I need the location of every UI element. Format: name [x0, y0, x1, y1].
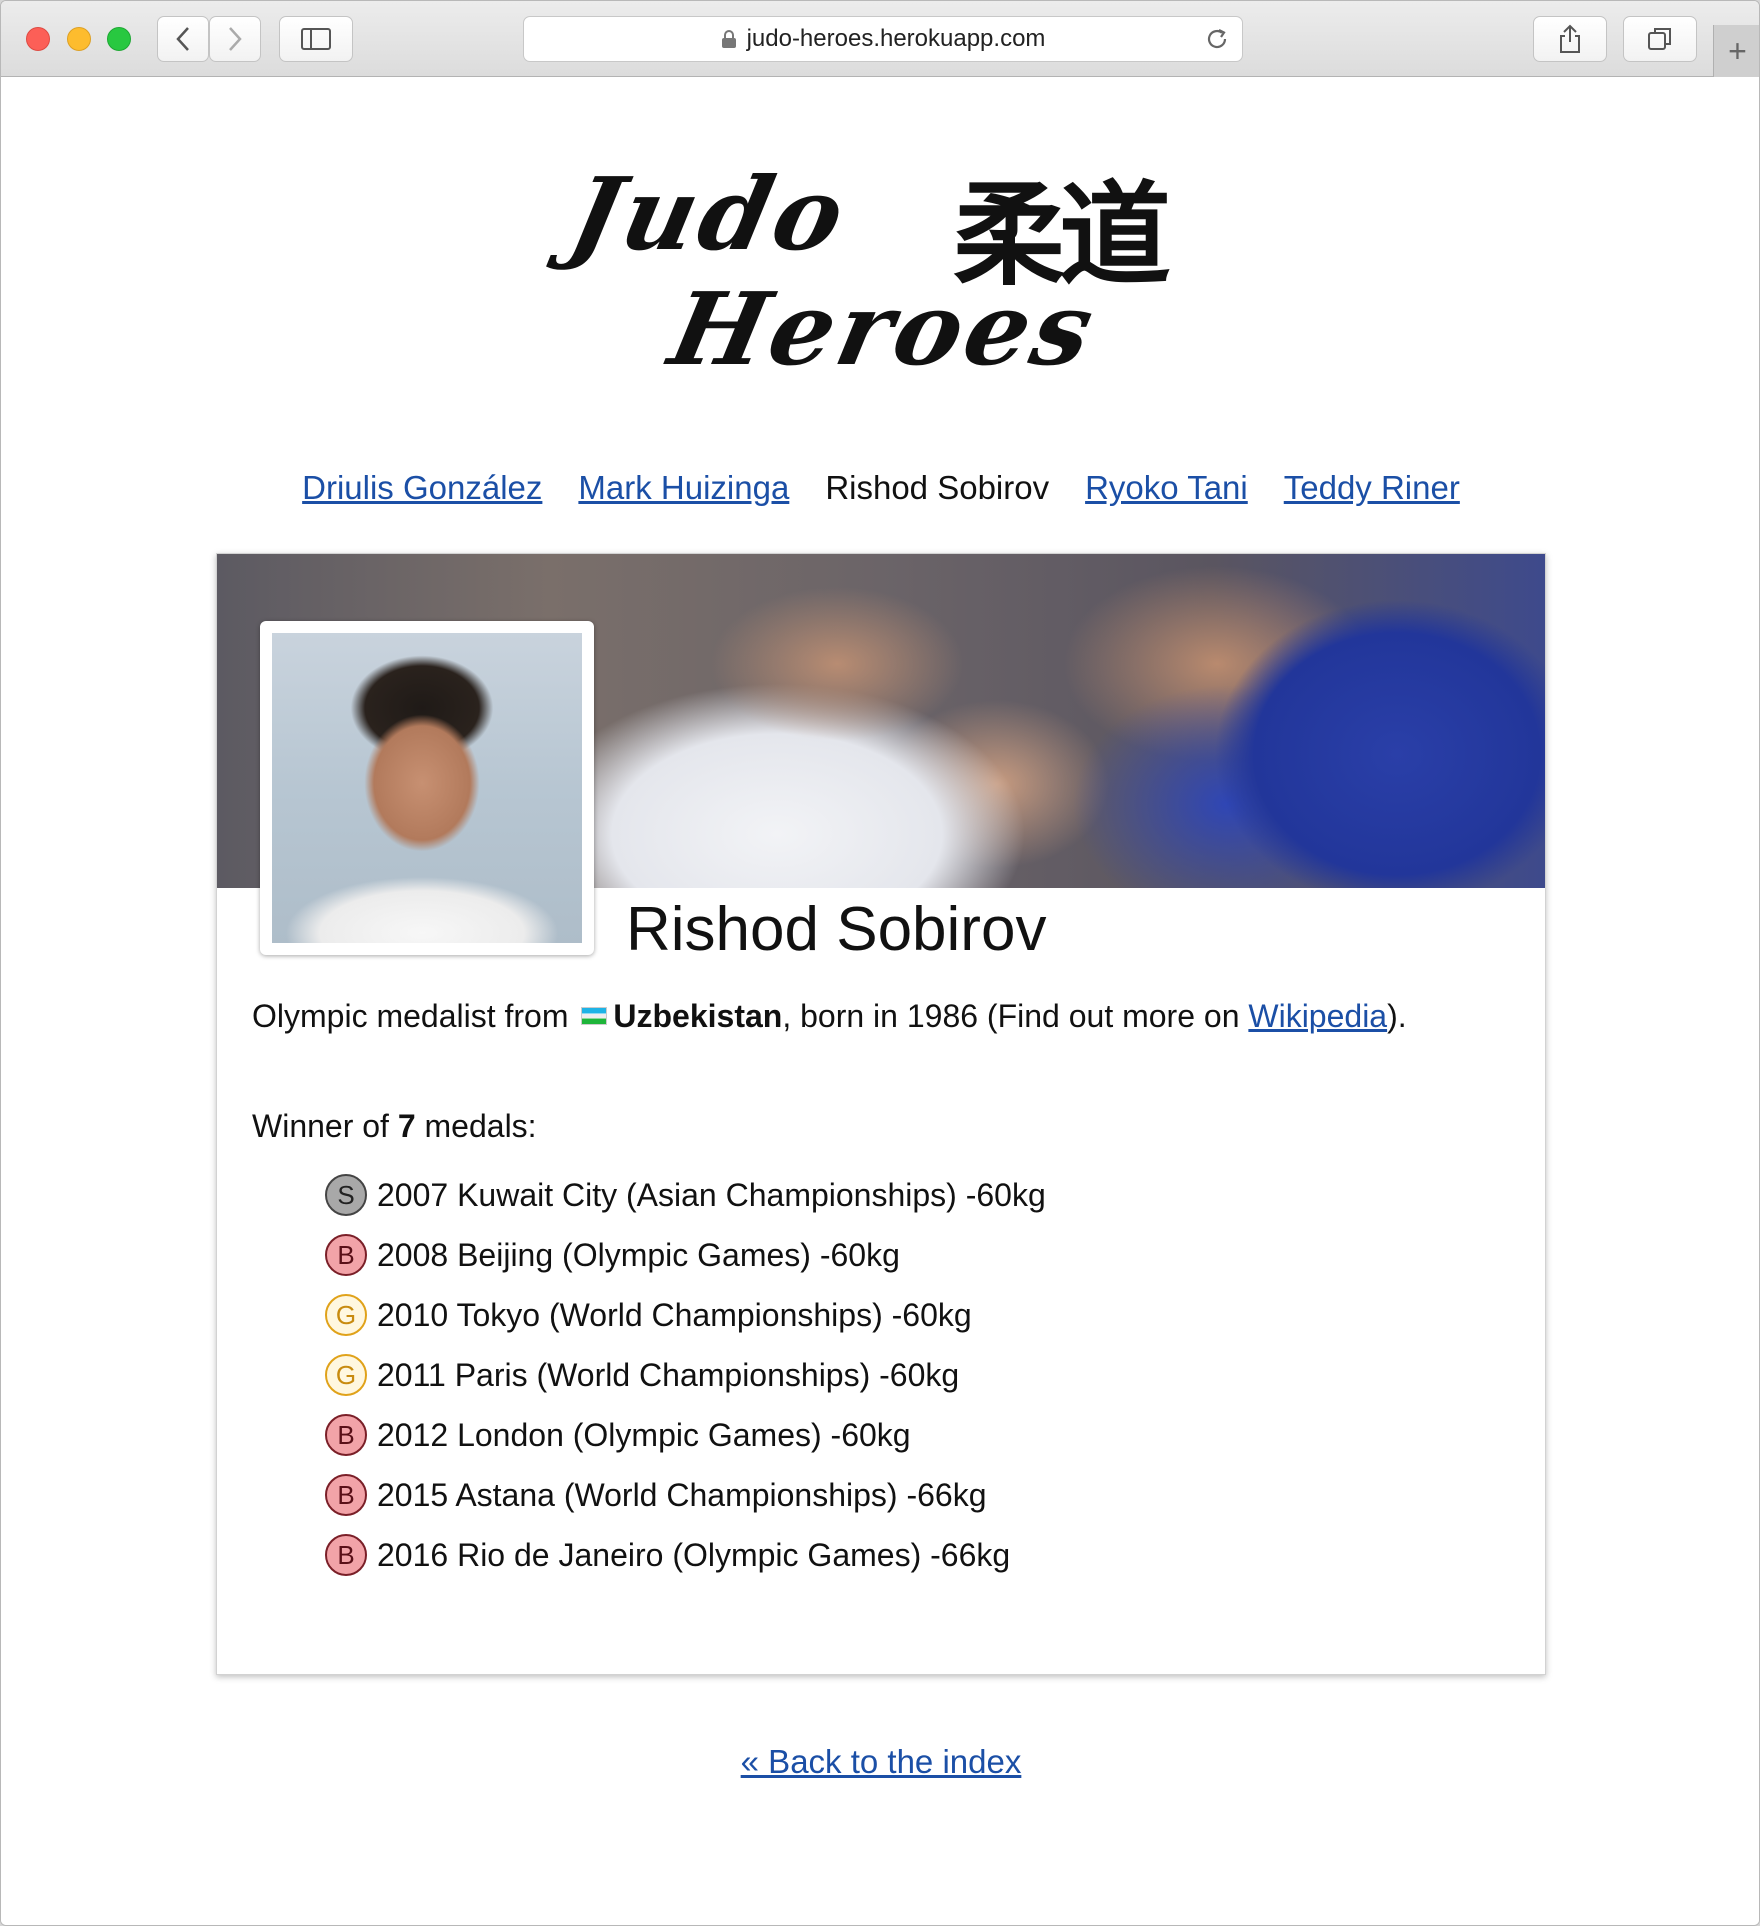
bronze-medal-icon: B [325, 1234, 367, 1276]
medal-count: 7 [397, 1108, 416, 1144]
medal-text: 2008 Beijing (Olympic Games) -60kg [377, 1236, 900, 1273]
share-button[interactable] [1533, 16, 1607, 62]
country-name: Uzbekistan [613, 998, 783, 1034]
medal-text: 2010 Tokyo (World Championships) -60kg [377, 1296, 972, 1333]
medal-summary: Winner of 7 medals: [252, 1108, 537, 1145]
list-item: G 2011 Paris (World Championships) -60kg [325, 1345, 1046, 1405]
list-item: B 2008 Beijing (Olympic Games) -60kg [325, 1225, 1046, 1285]
medal-text: 2016 Rio de Janeiro (Olympic Games) -66k… [377, 1536, 1011, 1573]
forward-button[interactable] [209, 16, 261, 62]
list-item: G 2010 Tokyo (World Championships) -60kg [325, 1285, 1046, 1345]
chevron-right-icon [229, 27, 242, 51]
back-to-index-link[interactable]: « Back to the index [741, 1743, 1022, 1780]
sidebar-toggle-button[interactable] [279, 16, 353, 62]
minimize-window-button[interactable] [67, 27, 91, 51]
list-item: B 2012 London (Olympic Games) -60kg [325, 1405, 1046, 1465]
url-text: judo-heroes.herokuapp.com [746, 25, 1046, 52]
judo-heroes-logo[interactable]: Judo 柔道 Heroes [553, 125, 1213, 388]
plus-icon: + [1728, 32, 1747, 69]
uzbekistan-flag-icon [581, 1007, 608, 1025]
tabs-overview-button[interactable] [1623, 16, 1697, 62]
medal-text: 2007 Kuwait City (Asian Championships) -… [377, 1176, 1046, 1213]
zoom-window-button[interactable] [107, 27, 131, 51]
chevron-left-icon [176, 27, 189, 51]
nav-link-driulis-gonzalez[interactable]: Driulis González [302, 469, 542, 507]
winner-prefix: Winner of [252, 1108, 398, 1144]
medal-text: 2012 London (Olympic Games) -60kg [377, 1416, 911, 1453]
silver-medal-icon: S [325, 1174, 367, 1216]
medal-text: 2015 Astana (World Championships) -66kg [377, 1476, 987, 1513]
nav-current-rishod-sobirov: Rishod Sobirov [825, 469, 1050, 506]
lock-icon [721, 30, 736, 48]
bio-middle: , born in 1986 (Find out more on [782, 998, 1249, 1034]
address-bar[interactable]: judo-heroes.herokuapp.com [523, 16, 1243, 62]
tabs-icon [1648, 28, 1671, 50]
medal-text: 2011 Paris (World Championships) -60kg [377, 1356, 960, 1393]
list-item: B 2016 Rio de Janeiro (Olympic Games) -66… [325, 1525, 1046, 1585]
page-content: Judo 柔道 Heroes Driulis González Mark Hui… [1, 77, 1759, 1925]
back-button[interactable] [157, 16, 209, 62]
reload-icon[interactable] [1204, 26, 1230, 52]
bio-prefix: Olympic medalist from [252, 998, 578, 1034]
share-icon [1560, 24, 1580, 53]
athlete-name: Rishod Sobirov [626, 895, 1047, 964]
list-item: S 2007 Kuwait City (Asian Championships) … [325, 1165, 1046, 1225]
browser-window: judo-heroes.herokuapp.com + Judo 柔道 Hero… [0, 0, 1760, 1926]
bronze-medal-icon: B [325, 1414, 367, 1456]
gold-medal-icon: G [325, 1354, 367, 1396]
winner-suffix: medals: [415, 1108, 537, 1144]
wikipedia-link[interactable]: Wikipedia [1248, 998, 1387, 1034]
logo-text-judo: Judo [560, 155, 859, 273]
close-window-button[interactable] [26, 27, 50, 51]
athlete-nav: Driulis González Mark Huizinga Rishod So… [1, 469, 1759, 507]
athlete-avatar [272, 633, 582, 943]
nav-link-ryoko-tani[interactable]: Ryoko Tani [1085, 469, 1248, 507]
bio-suffix: ). [1387, 998, 1407, 1034]
new-tab-button[interactable]: + [1713, 25, 1759, 77]
logo-text-heroes: Heroes [660, 270, 1107, 388]
bronze-medal-icon: B [325, 1534, 367, 1576]
list-item: B 2015 Astana (World Championships) -66kg [325, 1465, 1046, 1525]
bronze-medal-icon: B [325, 1474, 367, 1516]
athlete-card: Rishod Sobirov Olympic medalist from Uzb… [216, 553, 1546, 1675]
nav-link-mark-huizinga[interactable]: Mark Huizinga [578, 469, 789, 507]
browser-toolbar: judo-heroes.herokuapp.com + [1, 1, 1759, 77]
gold-medal-icon: G [325, 1294, 367, 1336]
sidebar-icon [301, 28, 331, 50]
nav-link-teddy-riner[interactable]: Teddy Riner [1284, 469, 1460, 507]
athlete-bio: Olympic medalist from Uzbekistan, born i… [252, 998, 1407, 1035]
medal-list: S 2007 Kuwait City (Asian Championships) … [325, 1165, 1046, 1585]
athlete-avatar-frame [260, 621, 594, 955]
back-to-index: « Back to the index [1, 1743, 1759, 1781]
